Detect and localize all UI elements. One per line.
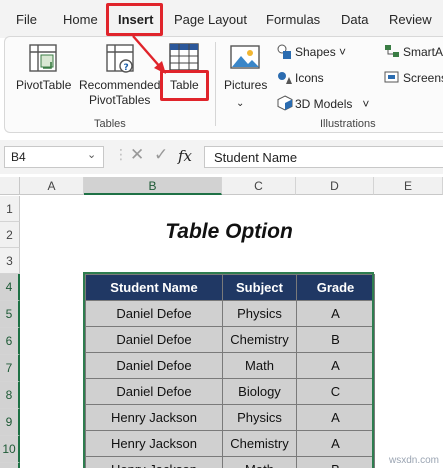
3d-models-button[interactable]: 3D Models ˅ [295,97,369,111]
student-grades-table: Student Name Subject Grade Daniel Defoe … [85,274,375,468]
row-header-8[interactable]: 8 [0,382,20,409]
illustrations-group-label: Illustrations [320,118,376,130]
column-header-c[interactable]: C [222,177,296,195]
table-row: Henry Jackson Physics A [85,404,375,431]
chevron-down-icon[interactable]: ⌄ [87,148,96,161]
tab-file[interactable]: File [16,12,37,27]
header-subject[interactable]: Subject [222,274,297,301]
row-header-11[interactable]: 11 [0,463,20,468]
ribbon-tab-bar: File Home Insert Page Layout Formulas Da… [0,0,443,38]
screenshot-icon [384,71,399,83]
column-header-d[interactable]: D [296,177,374,195]
grade-cell[interactable]: A [296,300,375,327]
row-header-7[interactable]: 7 [0,355,20,382]
row-header-9[interactable]: 9 [0,409,20,436]
grade-cell[interactable]: B [296,456,375,468]
pictures-button[interactable]: Pictures [224,78,267,93]
row-header-5[interactable]: 5 [0,301,20,328]
more-options-icon: ⋮ [114,146,128,162]
enter-check-icon[interactable]: ✓ [154,145,168,165]
recommended-pivottables-button[interactable]: Recommended PivotTables [79,78,160,108]
student-name-cell[interactable]: Daniel Defoe [85,300,223,327]
tab-formulas[interactable]: Formulas [266,12,320,27]
row-header-6[interactable]: 6 [0,328,20,355]
watermark: wsxdn.com [388,455,439,466]
sheet-title[interactable]: Table Option [84,220,374,248]
grade-cell[interactable]: C [296,378,375,405]
icons-button[interactable]: Icons [295,71,324,85]
student-name-cell[interactable]: Daniel Defoe [85,326,223,353]
screenshot-button[interactable]: Screens [403,71,443,85]
select-all-corner[interactable] [0,177,20,195]
header-student-name[interactable]: Student Name [85,274,223,301]
student-name-cell[interactable]: Daniel Defoe [85,378,223,405]
table-row: Daniel Defoe Physics A [85,300,375,327]
smartart-button[interactable]: SmartAr [403,45,443,59]
pictures-icon[interactable] [230,45,260,73]
column-header-b[interactable]: B [84,177,222,195]
shapes-icon [277,44,291,59]
shapes-label: Shapes [295,45,336,59]
subject-cell[interactable]: Chemistry [222,326,297,353]
grade-cell[interactable]: A [296,430,375,457]
subject-cell[interactable]: Physics [222,404,297,431]
row-header-2[interactable]: 2 [0,222,20,248]
grade-cell[interactable]: B [296,326,375,353]
table-row: Daniel Defoe Biology C [85,378,375,405]
grade-cell[interactable]: A [296,404,375,431]
pivot-table-button[interactable]: PivotTable [16,78,71,93]
column-header-e[interactable]: E [374,177,443,195]
pivot-table-icon[interactable] [29,44,59,74]
student-name-cell[interactable]: Daniel Defoe [85,352,223,379]
pictures-dropdown-icon[interactable]: ⌄ [236,98,244,109]
table-row: Henry Jackson Math B [85,456,375,468]
cancel-icon[interactable]: ✕ [130,145,144,165]
column-header-a[interactable]: A [20,177,84,195]
recommended-label-line1: Recommended [79,78,161,92]
tab-data[interactable]: Data [341,12,368,27]
subject-cell[interactable]: Physics [222,300,297,327]
ribbon-group-divider [215,42,216,126]
tab-review[interactable]: Review [389,12,432,27]
icons-icon [278,72,292,84]
table-row: Henry Jackson Chemistry A [85,430,375,457]
student-name-cell[interactable]: Henry Jackson [85,404,223,431]
table-header-row: Student Name Subject Grade [85,274,375,301]
tab-page-layout[interactable]: Page Layout [174,12,247,27]
grade-cell[interactable]: A [296,352,375,379]
smartart-icon [385,45,399,57]
student-name-cell[interactable]: Henry Jackson [85,430,223,457]
3d-models-icon [277,95,293,111]
subject-cell[interactable]: Biology [222,378,297,405]
3d-models-label: 3D Models [295,97,353,111]
table-row: Daniel Defoe Chemistry B [85,326,375,353]
row-header-3[interactable]: 3 [0,248,20,274]
recommended-label-line2: PivotTables [89,93,151,107]
row-header-4[interactable]: 4 [0,274,20,301]
tables-group-label: Tables [94,118,126,130]
student-name-cell[interactable]: Henry Jackson [85,456,223,468]
formula-controls: ⋮ ✕ ✓ fx [112,145,200,168]
tab-home[interactable]: Home [63,12,98,27]
shapes-button[interactable]: Shapes ˅ [295,45,346,59]
row-header-10[interactable]: 10 [0,436,20,463]
subject-cell[interactable]: Math [222,456,297,468]
table-row: Daniel Defoe Math A [85,352,375,379]
row-header-1[interactable]: 1 [0,196,20,222]
subject-cell[interactable]: Math [222,352,297,379]
insert-function-button[interactable]: fx [178,147,192,165]
subject-cell[interactable]: Chemistry [222,430,297,457]
header-grade[interactable]: Grade [296,274,375,301]
formula-input[interactable]: Student Name [204,146,443,168]
annotation-arrow [132,35,166,74]
